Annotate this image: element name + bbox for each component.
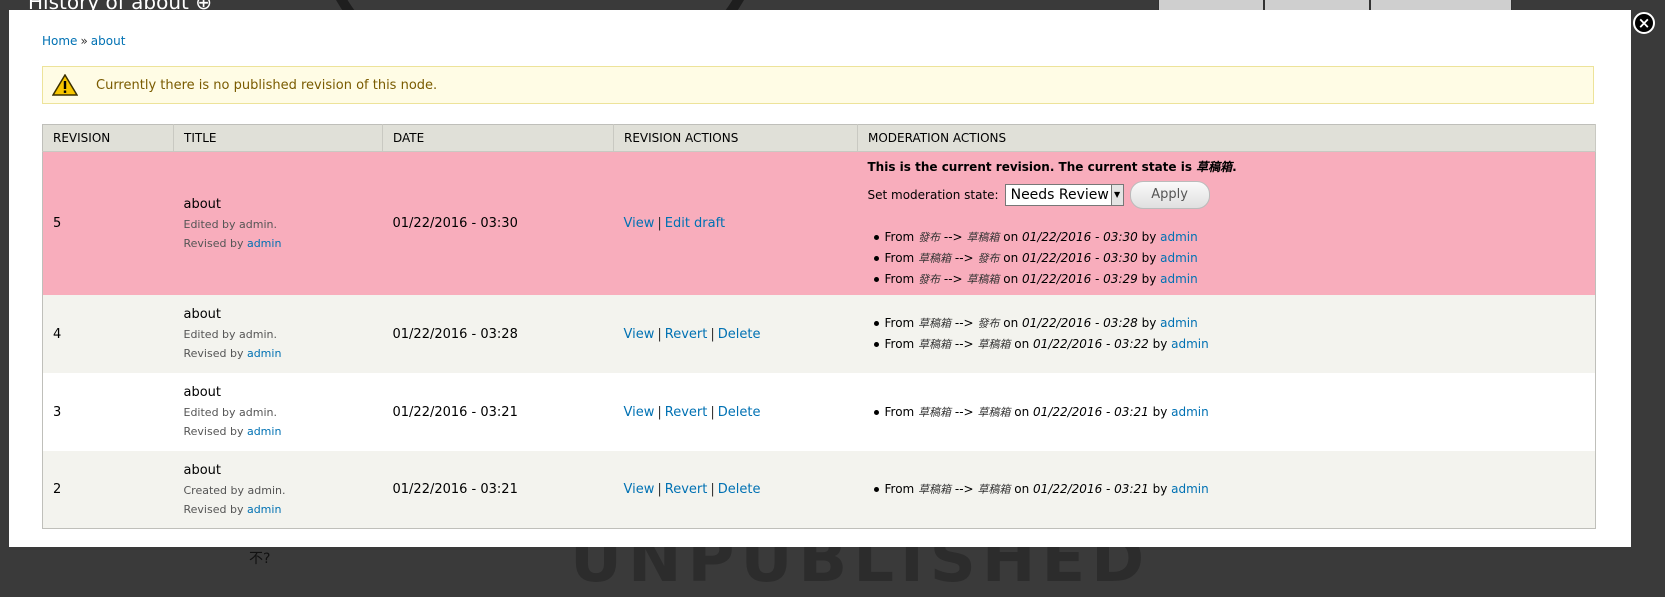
view-link[interactable]: View bbox=[624, 216, 655, 231]
revised-by: Revised by admin bbox=[183, 502, 282, 516]
user-link[interactable]: admin bbox=[247, 425, 281, 438]
revision-number: 5 bbox=[42, 151, 174, 295]
user-link[interactable]: admin bbox=[1171, 405, 1209, 419]
warning-message: Currently there is no published revision… bbox=[42, 66, 1594, 104]
user-link[interactable]: admin bbox=[1160, 316, 1198, 330]
background-glyph: 不? bbox=[249, 551, 271, 567]
edit-draft-link[interactable]: Edit draft bbox=[665, 216, 725, 231]
breadcrumb-separator: » bbox=[80, 34, 88, 48]
user-link[interactable]: admin bbox=[247, 237, 281, 250]
moderation-history: From 草稿箱 --> 發布 on 01/22/2016 - 03:28 by… bbox=[868, 313, 1586, 355]
apply-button[interactable]: Apply bbox=[1129, 180, 1210, 209]
moderation-actions: From 草稿箱 --> 發布 on 01/22/2016 - 03:28 by… bbox=[857, 295, 1596, 373]
delete-link[interactable]: Delete bbox=[718, 327, 761, 342]
revisions-table: REVISION TITLE DATE REVISION ACTIONS MOD… bbox=[42, 124, 1596, 529]
current-revision-notice: This is the current revision. The curren… bbox=[867, 159, 1237, 174]
header-moderation-actions: MODERATION ACTIONS bbox=[857, 124, 1596, 152]
revision-actions: View | Revert | Delete bbox=[613, 451, 858, 529]
moderation-state-select[interactable]: Needs Review ▼ bbox=[1004, 183, 1124, 206]
table-row: 4 about Edited by admin. Revised by admi… bbox=[42, 295, 1596, 373]
moderation-history: From 草稿箱 --> 草稿箱 on 01/22/2016 - 03:21 b… bbox=[868, 479, 1586, 500]
revert-link[interactable]: Revert bbox=[665, 327, 708, 342]
table-row: 3 about Edited by admin. Revised by admi… bbox=[42, 373, 1596, 451]
table-header-row: REVISION TITLE DATE REVISION ACTIONS MOD… bbox=[42, 124, 1596, 152]
edited-by: Edited by admin. bbox=[183, 406, 278, 419]
list-item: From 草稿箱 --> 草稿箱 on 01/22/2016 - 03:21 b… bbox=[868, 479, 1586, 500]
overlay-dialog: Home» about Currently there is no publish… bbox=[9, 10, 1631, 547]
moderation-history: From 草稿箱 --> 草稿箱 on 01/22/2016 - 03:21 b… bbox=[868, 402, 1586, 423]
user-link[interactable]: admin bbox=[1171, 337, 1209, 351]
revision-number: 3 bbox=[42, 373, 174, 451]
delete-link[interactable]: Delete bbox=[718, 405, 761, 420]
revised-by: Revised by admin bbox=[183, 347, 282, 360]
view-link[interactable]: View bbox=[624, 405, 655, 420]
list-item: From 草稿箱 --> 發布 on 01/22/2016 - 03:28 by… bbox=[868, 313, 1586, 334]
warning-icon bbox=[52, 74, 78, 96]
moderation-history: From 發布 --> 草稿箱 on 01/22/2016 - 03:30 by… bbox=[868, 227, 1586, 290]
revision-actions: View | Edit draft bbox=[613, 151, 858, 295]
revision-date: 01/22/2016 - 03:30 bbox=[382, 151, 614, 295]
user-link[interactable]: admin bbox=[247, 503, 281, 516]
view-link[interactable]: View bbox=[624, 482, 655, 497]
revised-by: Revised by admin bbox=[183, 236, 282, 250]
breadcrumb-home-link[interactable]: Home bbox=[42, 34, 77, 48]
revised-by: Revised by admin bbox=[183, 425, 282, 438]
revision-title: about bbox=[183, 196, 222, 212]
revision-actions: View | Revert | Delete bbox=[613, 295, 858, 373]
revision-date: 01/22/2016 - 03:21 bbox=[382, 373, 614, 451]
revision-title: about bbox=[183, 462, 222, 478]
revision-date: 01/22/2016 - 03:21 bbox=[382, 451, 614, 529]
table-row-current: 5 about Edited by admin. Revised by admi… bbox=[42, 151, 1596, 295]
title-cell: about Edited by admin. Revised by admin bbox=[173, 373, 383, 451]
list-item: From 草稿箱 --> 草稿箱 on 01/22/2016 - 03:21 b… bbox=[868, 402, 1586, 423]
chevron-down-icon: ▼ bbox=[1110, 184, 1123, 205]
moderation-actions: From 草稿箱 --> 草稿箱 on 01/22/2016 - 03:21 b… bbox=[857, 451, 1596, 529]
revision-title: about bbox=[183, 307, 222, 322]
created-by: Created by admin. bbox=[183, 483, 286, 497]
header-title: TITLE bbox=[173, 124, 383, 152]
delete-link[interactable]: Delete bbox=[718, 482, 761, 497]
user-link[interactable]: admin bbox=[1160, 272, 1198, 286]
user-link[interactable]: admin bbox=[247, 347, 281, 360]
list-item: From 草稿箱 --> 草稿箱 on 01/22/2016 - 03:22 b… bbox=[868, 334, 1586, 355]
title-cell: about Edited by admin. Revised by admin bbox=[173, 151, 383, 295]
edited-by: Edited by admin. bbox=[183, 328, 278, 341]
revision-actions: View | Revert | Delete bbox=[613, 373, 858, 451]
user-link[interactable]: admin bbox=[1171, 482, 1209, 496]
header-revision: REVISION bbox=[42, 124, 174, 152]
list-item: From 草稿箱 --> 發布 on 01/22/2016 - 03:30 by… bbox=[868, 248, 1586, 269]
revert-link[interactable]: Revert bbox=[665, 405, 708, 420]
moderation-actions: This is the current revision. The curren… bbox=[857, 151, 1596, 295]
list-item: From 發布 --> 草稿箱 on 01/22/2016 - 03:29 by… bbox=[868, 269, 1586, 290]
header-date: DATE bbox=[382, 124, 614, 152]
moderation-state-label: Set moderation state: bbox=[867, 187, 999, 202]
close-icon[interactable]: × bbox=[1633, 12, 1655, 34]
header-revision-actions: REVISION ACTIONS bbox=[613, 124, 858, 152]
title-cell: about Created by admin. Revised by admin bbox=[173, 451, 383, 529]
moderation-form: Set moderation state: Needs Review ▼ App… bbox=[867, 180, 1586, 209]
revision-number: 4 bbox=[42, 295, 174, 373]
breadcrumb: Home» about bbox=[42, 34, 125, 48]
list-item: From 發布 --> 草稿箱 on 01/22/2016 - 03:30 by… bbox=[868, 227, 1586, 248]
breadcrumb-current-link[interactable]: about bbox=[91, 34, 126, 48]
title-cell: about Edited by admin. Revised by admin bbox=[173, 295, 383, 373]
edited-by: Edited by admin. bbox=[183, 217, 278, 231]
moderation-actions: From 草稿箱 --> 草稿箱 on 01/22/2016 - 03:21 b… bbox=[857, 373, 1596, 451]
revision-date: 01/22/2016 - 03:28 bbox=[382, 295, 614, 373]
warning-text: Currently there is no published revision… bbox=[96, 77, 438, 93]
user-link[interactable]: admin bbox=[1160, 251, 1198, 265]
view-link[interactable]: View bbox=[624, 327, 655, 342]
table-row: 2 about Created by admin. Revised by adm… bbox=[42, 451, 1596, 529]
revert-link[interactable]: Revert bbox=[665, 482, 708, 497]
user-link[interactable]: admin bbox=[1160, 230, 1198, 244]
revision-title: about bbox=[183, 385, 222, 400]
revision-number: 2 bbox=[42, 451, 174, 529]
